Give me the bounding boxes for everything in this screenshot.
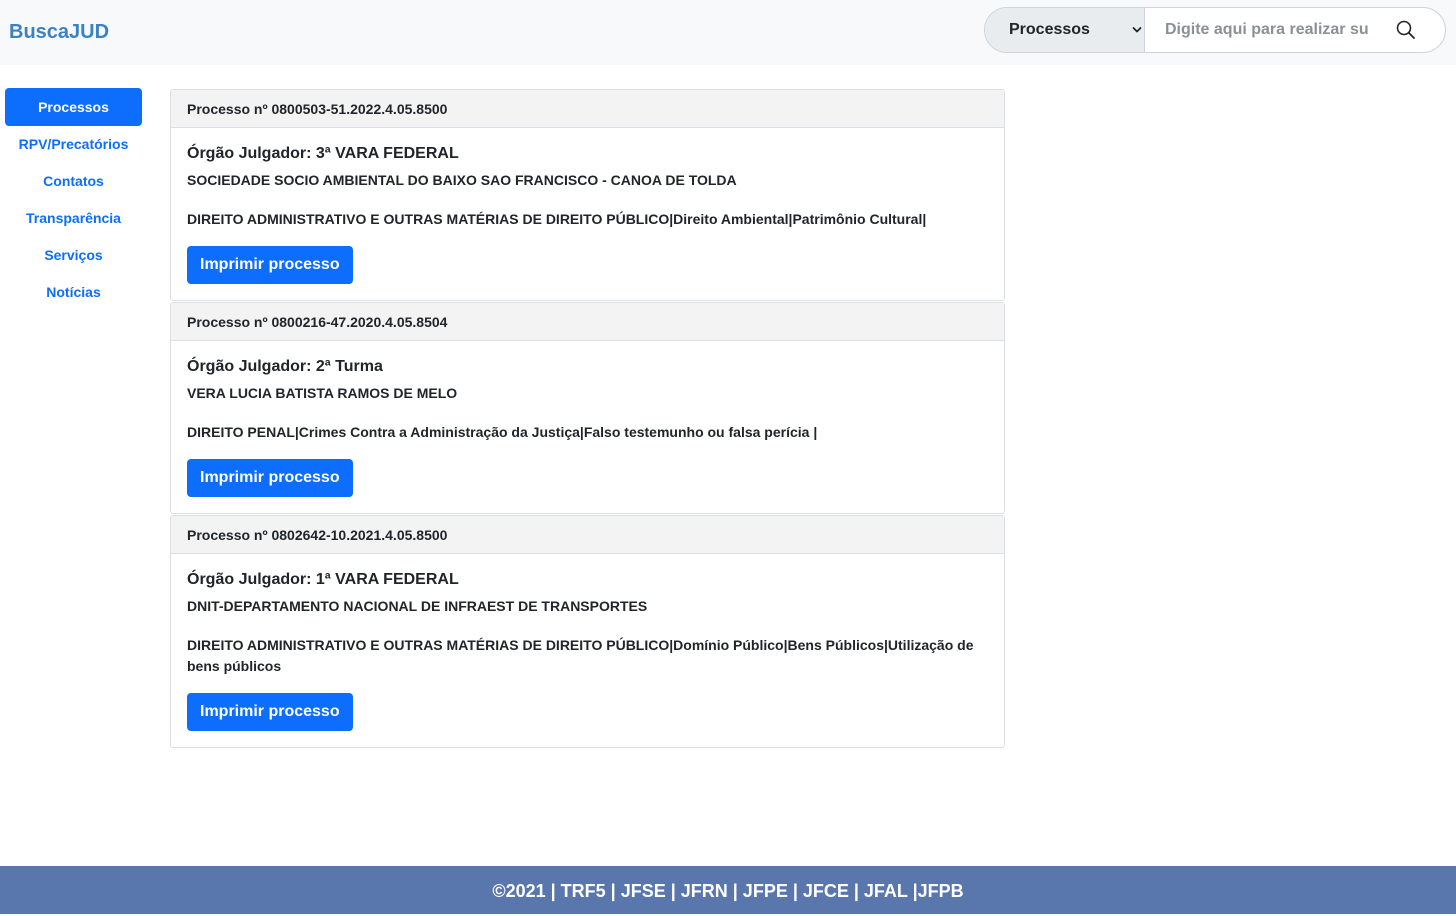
print-process-button[interactable]: Imprimir processo [187,246,353,284]
search-icon[interactable] [1395,19,1417,41]
search-bar: Processos [984,7,1446,53]
orgao-julgador: Órgão Julgador: 2ª Turma [187,358,383,375]
process-number: Processo nº 0800216-47.2020.4.05.8504 [171,303,1004,341]
sidebar-nav: Processos RPV/Precatórios Contatos Trans… [5,88,142,311]
brand-logo-link[interactable]: BuscaJUD [9,19,109,45]
print-process-button[interactable]: Imprimir processo [187,693,353,731]
footer-text: ©2021 | TRF5 | JFSE | JFRN | JFPE | JFCE… [492,881,964,901]
sidebar-item-transparencia[interactable]: Transparência [5,200,142,237]
process-party: DNIT-DEPARTAMENTO NACIONAL DE INFRAEST D… [187,598,648,614]
process-card-body: Órgão Julgador: 3ª VARA FEDERAL SOCIEDAD… [171,128,1004,300]
results-list: Processo nº 0800503-51.2022.4.05.8500 Ór… [170,89,1005,748]
process-party: VERA LUCIA BATISTA RAMOS DE MELO [187,385,458,401]
process-number: Processo nº 0802642-10.2021.4.05.8500 [171,516,1004,554]
sidebar-item-servicos[interactable]: Serviços [5,237,142,274]
process-card-body: Órgão Julgador: 2ª Turma VERA LUCIA BATI… [171,341,1004,513]
process-card: Processo nº 0802642-10.2021.4.05.8500 Ór… [170,515,1005,748]
search-type-select[interactable]: Processos [985,8,1145,52]
sidebar-item-rpv-precatorios[interactable]: RPV/Precatórios [5,126,142,163]
process-card-body: Órgão Julgador: 1ª VARA FEDERAL DNIT-DEP… [171,554,1004,747]
footer: ©2021 | TRF5 | JFSE | JFRN | JFPE | JFCE… [0,866,1456,914]
sidebar-item-processos[interactable]: Processos [5,88,142,126]
process-number: Processo nº 0800503-51.2022.4.05.8500 [171,90,1004,128]
search-input[interactable] [1146,8,1368,52]
process-subject: DIREITO ADMINISTRATIVO E OUTRAS MATÉRIAS… [187,211,927,227]
top-navbar: BuscaJUD Processos [0,0,1456,65]
process-card: Processo nº 0800503-51.2022.4.05.8500 Ór… [170,89,1005,301]
orgao-julgador: Órgão Julgador: 3ª VARA FEDERAL [187,145,459,162]
orgao-julgador: Órgão Julgador: 1ª VARA FEDERAL [187,571,459,588]
sidebar-item-noticias[interactable]: Notícias [5,274,142,311]
process-card: Processo nº 0800216-47.2020.4.05.8504 Ór… [170,302,1005,514]
chevron-down-icon [1132,27,1142,33]
process-party: SOCIEDADE SOCIO AMBIENTAL DO BAIXO SAO F… [187,172,737,188]
process-subject: DIREITO ADMINISTRATIVO E OUTRAS MATÉRIAS… [187,637,974,674]
process-subject: DIREITO PENAL|Crimes Contra a Administra… [187,424,818,440]
sidebar-item-contatos[interactable]: Contatos [5,163,142,200]
print-process-button[interactable]: Imprimir processo [187,459,353,497]
search-type-selected: Processos [1009,21,1090,38]
